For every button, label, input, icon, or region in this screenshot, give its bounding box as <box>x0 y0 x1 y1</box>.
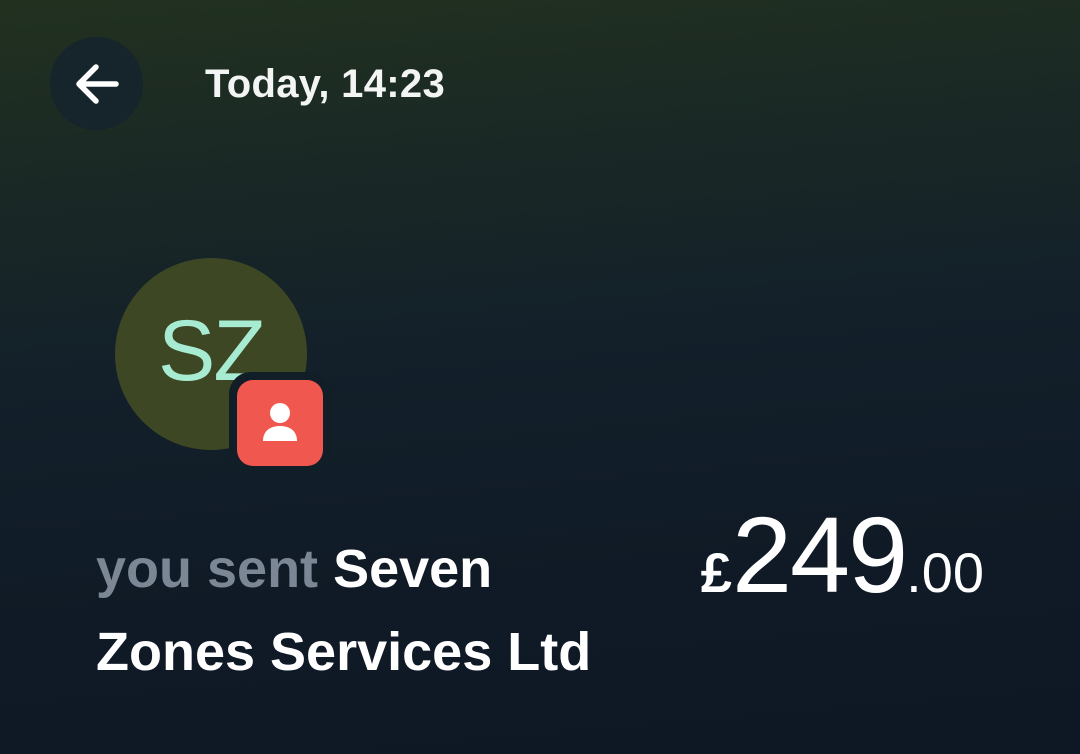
transaction-timestamp: Today, 14:23 <box>205 62 445 106</box>
amount-currency: £ <box>700 541 732 604</box>
transaction-amount: £249.00 <box>701 492 984 617</box>
contact-badge <box>229 372 331 474</box>
back-button[interactable] <box>50 37 143 130</box>
arrow-left-icon <box>75 63 119 104</box>
person-icon <box>263 403 297 441</box>
contact-badge-fill <box>237 380 323 466</box>
transaction-description: you sent Seven Zones Services Ltd <box>96 528 656 694</box>
amount-minor: .00 <box>906 541 984 604</box>
amount-major: 249 <box>731 494 908 615</box>
direction-label: you sent <box>96 539 319 599</box>
